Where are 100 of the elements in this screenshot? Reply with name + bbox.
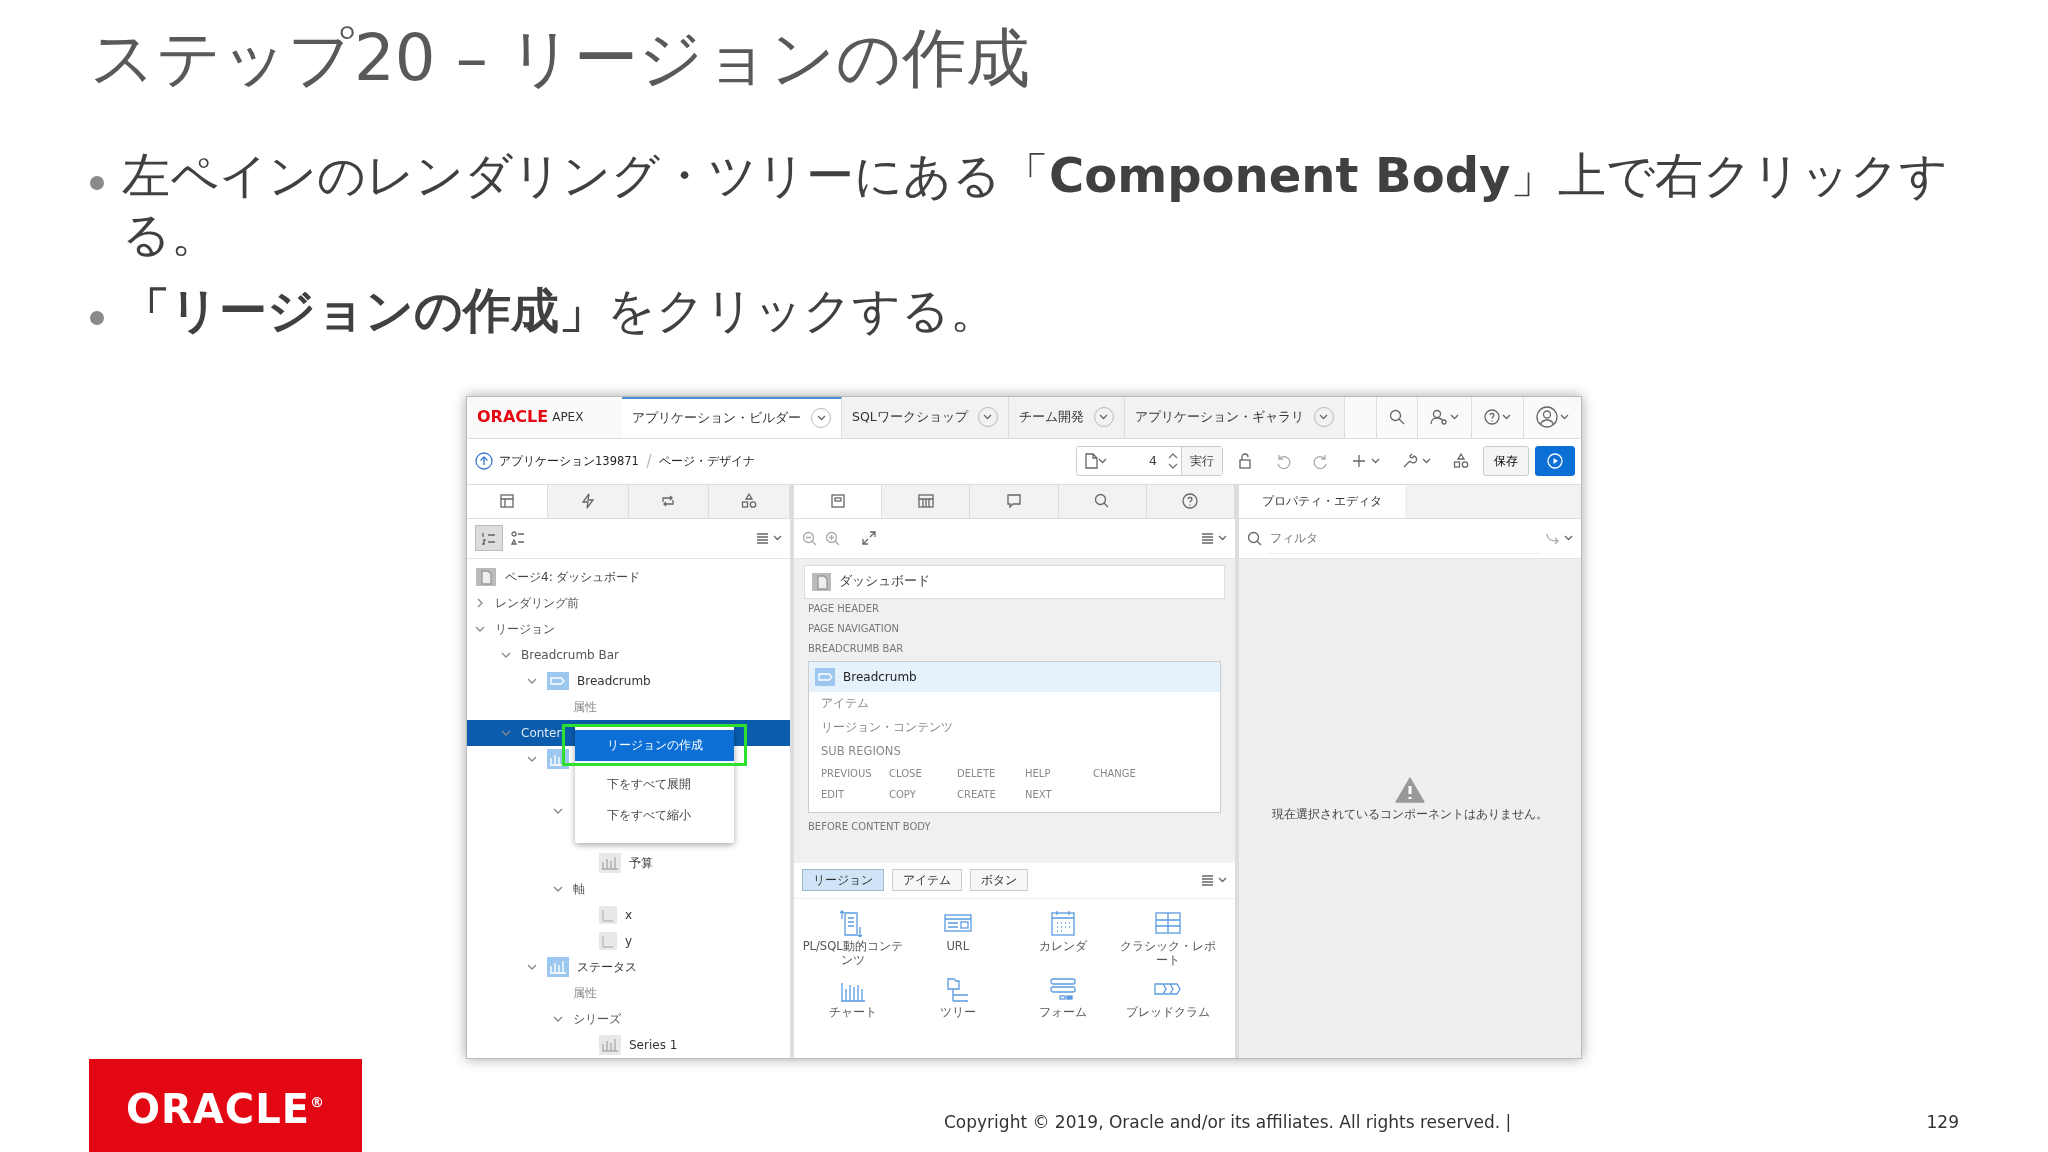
page-title: ダッシュボード xyxy=(839,572,930,591)
go-to-group-button[interactable] xyxy=(1546,532,1573,545)
run-button[interactable] xyxy=(1535,446,1575,477)
lightning-icon xyxy=(579,493,596,510)
button-position: EDIT xyxy=(821,787,846,802)
zoom-in-icon[interactable] xyxy=(825,530,840,546)
region-type-label[interactable]: フォーム xyxy=(1011,1005,1116,1020)
calendar-icon[interactable] xyxy=(1049,908,1078,937)
separator-icon xyxy=(644,453,653,470)
page-icon xyxy=(811,571,831,592)
tree-item[interactable]: Breadcrumb xyxy=(577,671,651,690)
tree-item[interactable]: レンダリング前 xyxy=(495,593,579,612)
view-menu-button[interactable] xyxy=(1201,532,1227,545)
breadcrumb-icon xyxy=(815,667,835,686)
gallery-tab[interactable]: アイテム xyxy=(892,869,962,892)
wrench-icon[interactable] xyxy=(1402,453,1418,470)
shapes-icon[interactable] xyxy=(1453,453,1469,470)
menu-item[interactable]: 下をすべて縮小 xyxy=(575,799,734,831)
breadcrumb-link[interactable]: ページ・デザイナ xyxy=(658,452,755,470)
tree-item[interactable]: 属性 xyxy=(573,697,597,716)
caret-icon[interactable] xyxy=(1502,414,1511,421)
tree-item[interactable]: x xyxy=(625,905,633,924)
caret-icon[interactable] xyxy=(983,414,993,421)
page-number: 129 xyxy=(1926,1111,1960,1135)
axis-icon xyxy=(599,905,617,924)
gallery-tab[interactable]: リージョン xyxy=(802,869,884,892)
shape-list-button[interactable] xyxy=(511,531,525,546)
tree-item[interactable]: 軸 xyxy=(573,879,585,898)
help-icon xyxy=(1484,409,1500,426)
gallery-tab[interactable]: ボタン xyxy=(970,869,1028,892)
search-icon xyxy=(1389,409,1405,426)
region-type-label[interactable]: ツリー xyxy=(905,1005,1010,1020)
tree-item[interactable]: リージョン xyxy=(495,619,555,638)
empty-message: 現在選択されているコンポーネントはありません。 xyxy=(1272,805,1548,823)
caret-icon[interactable] xyxy=(1218,877,1227,884)
axis-icon xyxy=(599,931,617,950)
nav-tab[interactable]: アプリケーション・ビルダー xyxy=(622,396,842,438)
region-type-label[interactable]: チャート xyxy=(800,1005,905,1020)
caret-icon[interactable] xyxy=(1099,414,1109,421)
tree-item[interactable]: ステータス xyxy=(577,957,637,976)
nav-tab[interactable]: チーム開発 xyxy=(1008,396,1125,438)
return-arrow-icon xyxy=(1546,532,1560,545)
button-position: CLOSE xyxy=(889,766,923,781)
caret-icon[interactable] xyxy=(1422,458,1431,465)
apex-logo[interactable]: ORACLE APEX xyxy=(467,396,622,438)
save-button[interactable]: 保存 xyxy=(1483,446,1529,477)
page-icon xyxy=(475,566,497,587)
numbered-list-button[interactable] xyxy=(475,525,503,552)
tree-item[interactable]: Series 1 xyxy=(629,1035,678,1054)
tree-item[interactable]: y xyxy=(625,931,633,950)
comment-icon xyxy=(1006,493,1022,510)
caret-icon[interactable] xyxy=(1319,414,1329,421)
undo-icon[interactable] xyxy=(1275,453,1291,470)
tree-item[interactable]: Breadcrumb Bar xyxy=(521,645,620,664)
region-type-label[interactable]: クラシック・レポート xyxy=(1116,938,1221,968)
nav-tab[interactable]: SQLワークショップ xyxy=(842,396,1009,438)
pane-tab[interactable] xyxy=(794,484,883,518)
tree-item[interactable]: 予算 xyxy=(629,853,653,872)
redo-icon[interactable] xyxy=(1313,453,1329,470)
caret-icon[interactable] xyxy=(1371,458,1380,465)
caret-icon[interactable] xyxy=(816,415,826,422)
caret-icon[interactable] xyxy=(1564,535,1573,542)
tree-item[interactable]: シリーズ xyxy=(573,1009,621,1028)
view-menu-button[interactable] xyxy=(756,532,782,545)
slide-title: ステップ20 – リージョンの作成 xyxy=(90,20,1032,97)
region-type-label[interactable]: PL/SQL動的コンテンツ xyxy=(800,938,905,968)
caret-icon[interactable] xyxy=(1560,414,1569,421)
button-position: PREVIOUS xyxy=(821,766,873,781)
region-type-label[interactable]: カレンダ xyxy=(1011,938,1116,953)
region-type-label[interactable]: URL xyxy=(905,938,1010,953)
breadcrumb-link[interactable]: アプリケーション139871 xyxy=(499,452,639,470)
slot-label: リージョン・コンテンツ xyxy=(820,719,954,736)
button-position: CHANGE xyxy=(1093,766,1137,781)
region-title[interactable]: Breadcrumb xyxy=(843,667,917,686)
nav-tab[interactable]: アプリケーション・ギャラリ xyxy=(1124,396,1345,438)
filter-bar[interactable]: フィルタ xyxy=(1239,518,1581,559)
plus-icon[interactable] xyxy=(1351,453,1367,470)
copyright-text: Copyright © 2019, Oracle and/or its affiliates. All rights reserved. | xyxy=(944,1111,1512,1135)
menu-item[interactable]: 下をすべて展開 xyxy=(575,768,734,800)
caret-icon[interactable] xyxy=(773,535,782,542)
pane-tab[interactable]: プロパティ・エディタ xyxy=(1239,484,1405,518)
tree-item[interactable]: 属性 xyxy=(573,983,597,1002)
zoom-out-icon[interactable] xyxy=(802,530,817,546)
layout-icon xyxy=(829,492,846,509)
lines-icon xyxy=(756,532,769,545)
menu-item[interactable]: リージョンの作成 xyxy=(575,729,734,761)
unlock-icon[interactable] xyxy=(1237,453,1253,470)
bullet-text: 左ペインのレンダリング・ツリーにある「Component Body」上で右クリックする。 xyxy=(122,146,1950,264)
search-icon xyxy=(1094,493,1111,510)
expand-icon[interactable] xyxy=(862,531,876,546)
caret-icon[interactable] xyxy=(1218,535,1227,542)
region-type-label[interactable]: ブレッドクラム xyxy=(1116,1005,1221,1020)
button-position: CREATE xyxy=(957,787,997,802)
pane-tab[interactable] xyxy=(467,484,548,518)
tree-item[interactable]: ページ4: ダッシュボード xyxy=(505,567,641,586)
chart-icon xyxy=(547,956,569,977)
view-menu-button[interactable] xyxy=(1201,874,1227,887)
caret-icon[interactable] xyxy=(1450,414,1459,421)
chevron-right-icon[interactable] xyxy=(475,597,485,608)
button-position: HELP xyxy=(1025,766,1052,781)
